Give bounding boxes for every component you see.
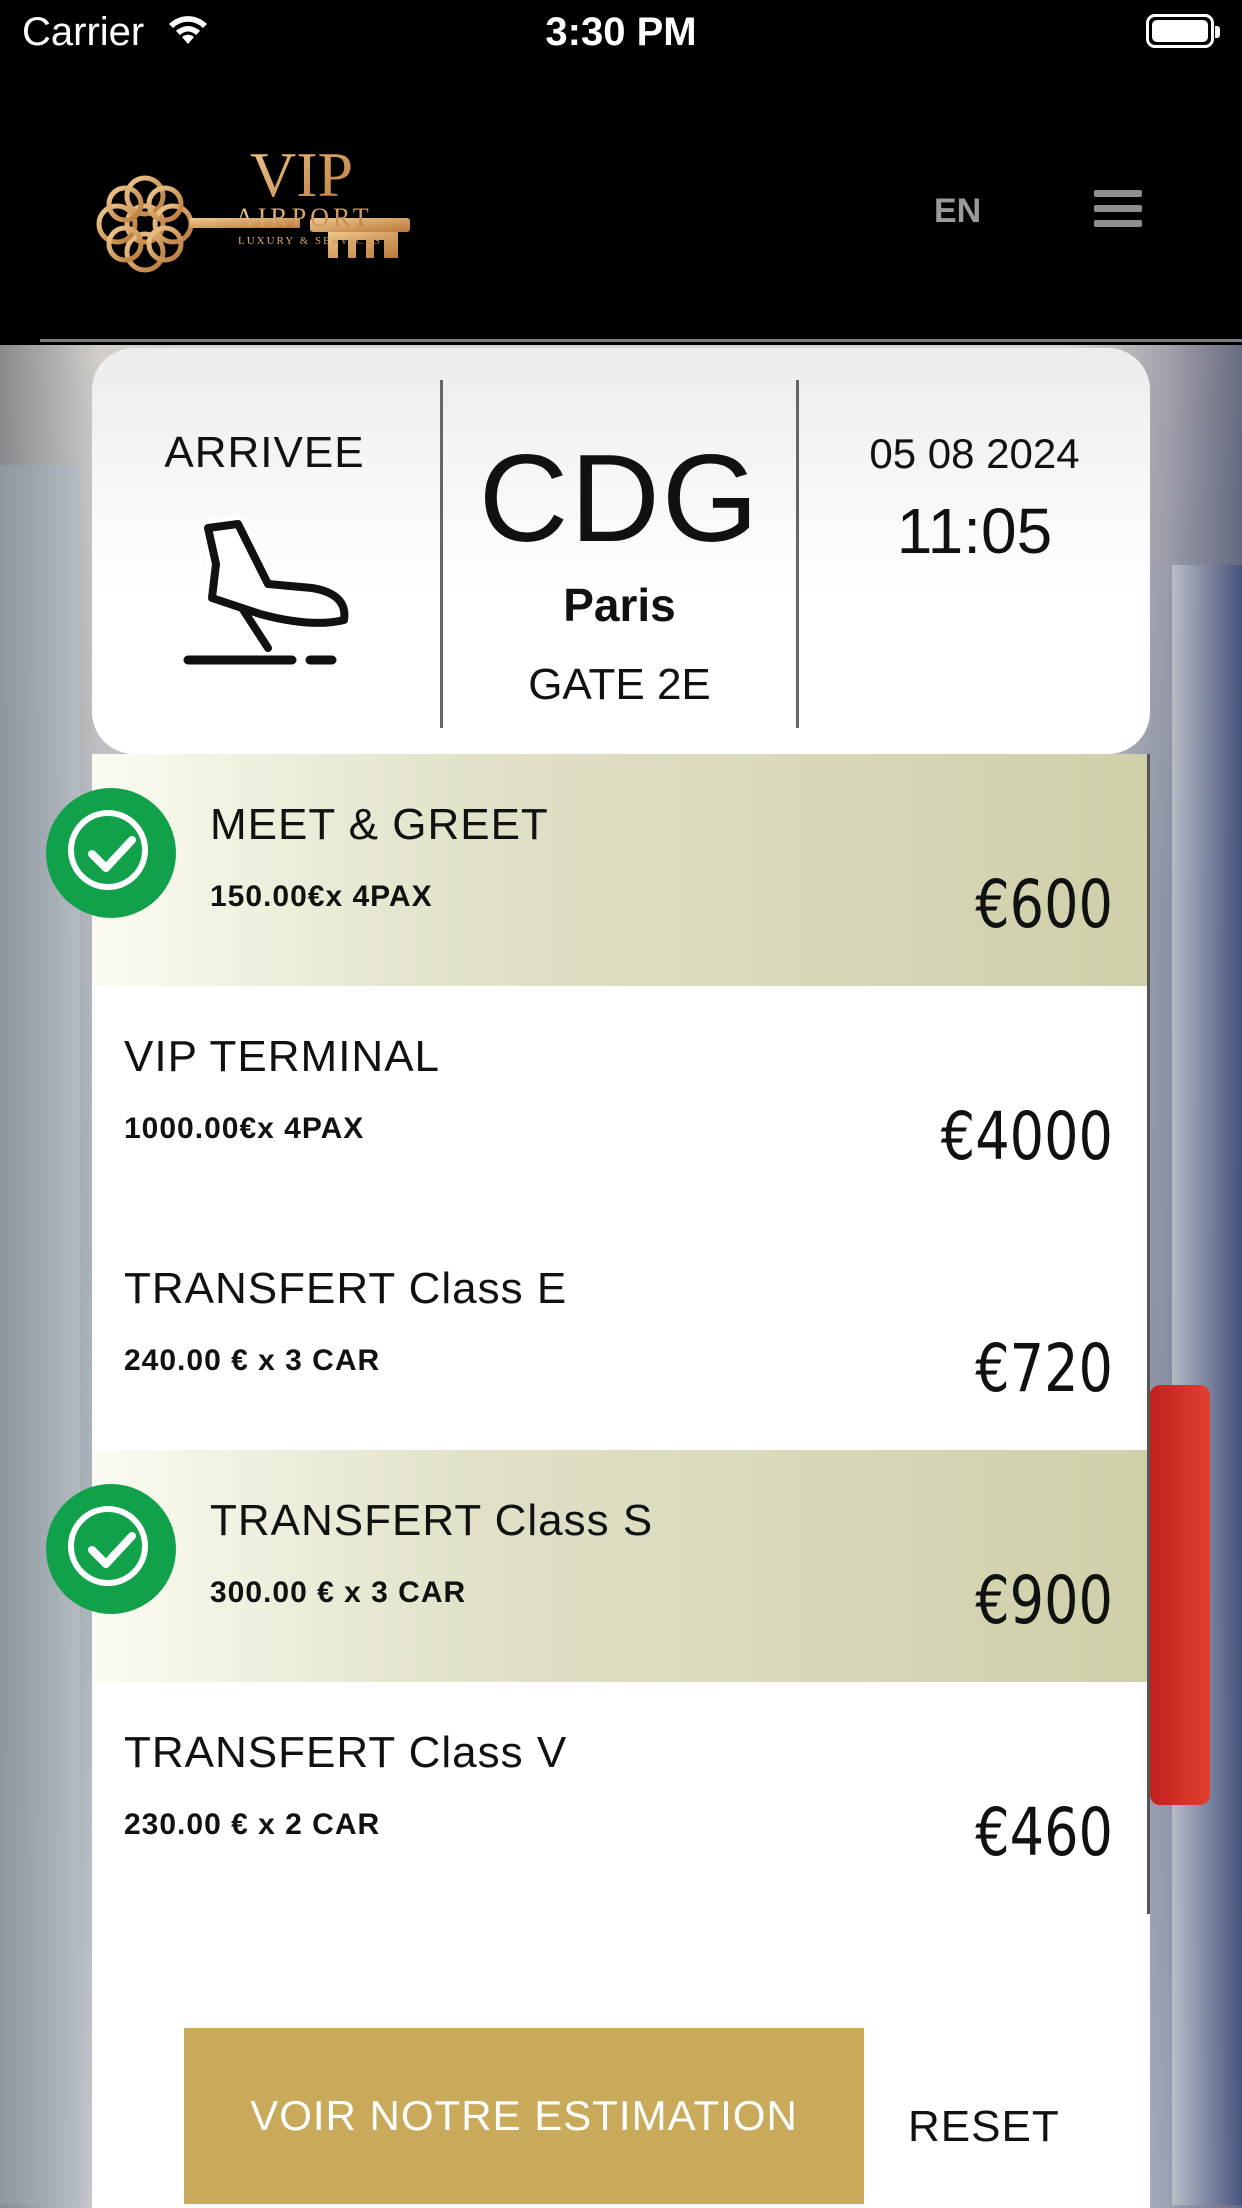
flight-summary: ARRIVEE CDG Paris GATE 2E 05 08 2024 11:… bbox=[92, 348, 1150, 754]
flight-time: 11:05 bbox=[896, 495, 1053, 567]
service-row-transfert-s[interactable]: TRANSFERT Class S 300.00 € x 3 CAR €900 bbox=[46, 1450, 1147, 1682]
service-row-transfert-e[interactable]: TRANSFERT Class E 240.00 € x 3 CAR €720 bbox=[92, 1218, 1147, 1450]
airport-code: CDG bbox=[478, 430, 761, 568]
service-detail: 150.00€x 4PAX bbox=[210, 880, 433, 913]
hamburger-menu-icon[interactable] bbox=[1094, 190, 1142, 228]
svg-text:VIP: VIP bbox=[250, 139, 353, 210]
service-detail: 1000.00€x 4PAX bbox=[124, 1112, 365, 1145]
service-row-meet-greet[interactable]: MEET & GREET 150.00€x 4PAX €600 bbox=[46, 754, 1147, 986]
service-name: TRANSFERT Class V bbox=[124, 1728, 568, 1777]
clock: 3:30 PM bbox=[545, 10, 697, 54]
checkmark-icon[interactable] bbox=[46, 788, 176, 918]
reset-button[interactable]: RESET bbox=[908, 2102, 1060, 2152]
service-price: €4000 bbox=[940, 1098, 1113, 1175]
direction-label: ARRIVEE bbox=[164, 428, 365, 477]
service-price: €720 bbox=[975, 1330, 1113, 1407]
service-price: €460 bbox=[975, 1794, 1113, 1871]
service-detail: 300.00 € x 3 CAR bbox=[210, 1576, 467, 1609]
svg-text:AIRPORT: AIRPORT bbox=[235, 203, 373, 232]
view-estimate-button[interactable]: VOIR NOTRE ESTIMATION bbox=[184, 2028, 864, 2204]
checkmark-icon[interactable] bbox=[46, 1484, 176, 1614]
service-detail: 230.00 € x 2 CAR bbox=[124, 1808, 381, 1841]
vip-airport-logo: VIP AIRPORT LUXURY & SERVICES bbox=[96, 139, 410, 273]
battery-icon bbox=[1146, 14, 1220, 48]
service-detail: 240.00 € x 3 CAR bbox=[124, 1344, 381, 1377]
header-divider bbox=[40, 339, 1242, 342]
service-price: €600 bbox=[975, 866, 1113, 943]
service-name: TRANSFERT Class S bbox=[210, 1496, 654, 1545]
booking-card: ARRIVEE CDG Paris GATE 2E 05 08 2024 11:… bbox=[46, 348, 1150, 2208]
svg-text:LUXURY & SERVICES: LUXURY & SERVICES bbox=[238, 235, 382, 247]
service-price: €900 bbox=[975, 1562, 1113, 1639]
app-header: VIP AIRPORT LUXURY & SERVICES EN bbox=[0, 68, 1242, 342]
services-list: MEET & GREET 150.00€x 4PAX €600 VIP TERM… bbox=[46, 754, 1150, 1914]
flight-date: 05 08 2024 bbox=[869, 430, 1080, 477]
service-name: VIP TERMINAL bbox=[124, 1032, 441, 1081]
service-row-transfert-v[interactable]: TRANSFERT Class V 230.00 € x 2 CAR €460 bbox=[92, 1682, 1147, 1914]
airport-city: Paris bbox=[563, 579, 676, 631]
service-name: MEET & GREET bbox=[210, 800, 549, 849]
gate-label: GATE 2E bbox=[528, 660, 711, 709]
status-bar: Carrier 3:30 PM bbox=[0, 0, 1242, 68]
service-row-vip-terminal[interactable]: VIP TERMINAL 1000.00€x 4PAX €4000 bbox=[92, 986, 1147, 1218]
language-selector[interactable]: EN bbox=[934, 192, 981, 231]
plane-landing-icon bbox=[179, 515, 354, 665]
service-name: TRANSFERT Class E bbox=[124, 1264, 568, 1313]
